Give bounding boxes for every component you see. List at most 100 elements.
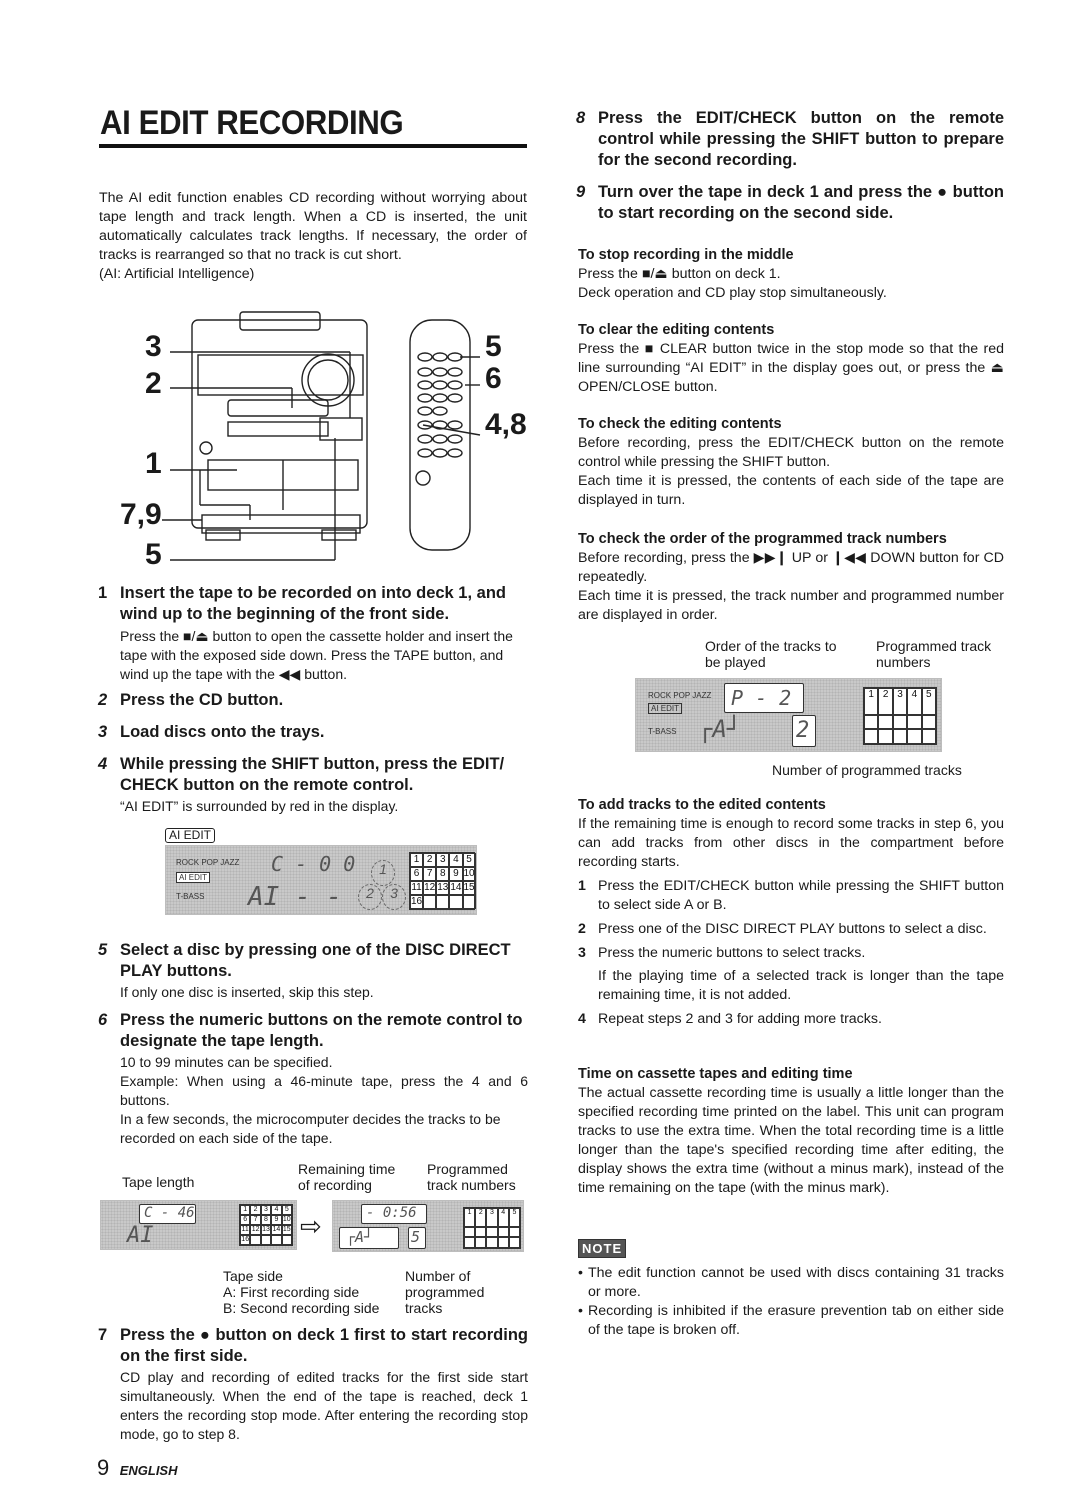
- track-cell: [271, 1235, 282, 1245]
- track-cell: [921, 729, 936, 744]
- track-cell: [486, 1237, 498, 1248]
- track-cell: 14: [449, 881, 463, 895]
- track-cell: 2: [423, 853, 437, 867]
- track-cell: 6: [410, 867, 424, 881]
- display-step4: AI EDIT ROCK POP JAZZ AI EDIT T-BASS C -…: [165, 828, 477, 918]
- label-number-programmed: Number of programmed tracks: [772, 762, 962, 778]
- step-body: If only one disc is inserted, skip this …: [120, 984, 374, 1000]
- track-cell: 2: [250, 1205, 261, 1215]
- bullet-icon: •: [578, 1265, 583, 1281]
- callout-6-remote: 6: [485, 362, 502, 395]
- track-cell: 7: [423, 867, 437, 881]
- track-cell: 4: [449, 853, 463, 867]
- step-body-3: In a few seconds, the microcomputer deci…: [120, 1111, 501, 1146]
- section-line: Each time it is pressed, the track numbe…: [578, 588, 1004, 623]
- callout-5-remote: 5: [485, 330, 502, 363]
- track-cell: [475, 1237, 487, 1248]
- add-step-2: 2 Press one of the DISC DIRECT PLAY butto…: [578, 920, 1004, 939]
- step-heading: Press the numeric buttons on the remote …: [120, 1011, 523, 1050]
- add-step-text: Press the EDIT/CHECK button while pressi…: [598, 878, 1004, 913]
- track-cell: [878, 729, 893, 744]
- callout-2: 2: [145, 367, 162, 400]
- section-add-tracks: To add tracks to the edited contents If …: [578, 796, 1004, 1029]
- lcd-before: C - 46 AI 1 2 3 4 5 6 7 8 9 10 11 12 13 14 15 16: [100, 1200, 297, 1250]
- label-number-programmed: Number of programmed tracks: [405, 1268, 485, 1316]
- label-tape-length: Tape length: [122, 1174, 195, 1190]
- step-body: 10 to 99 minutes can be specified.: [120, 1054, 333, 1070]
- lcd-panel: ROCK POP JAZZ AI EDIT T-BASS C - 0 0 AI …: [165, 845, 477, 915]
- add-step-1: 1 Press the EDIT/CHECK button while press…: [578, 877, 1004, 915]
- section-stop-recording: To stop recording in the middle Press th…: [578, 246, 1004, 303]
- step-number: 6: [98, 1011, 108, 1029]
- track-cell: [508, 1226, 520, 1238]
- intro-paragraph: The AI edit function enables CD recordin…: [99, 189, 527, 284]
- track-cell: [907, 714, 922, 730]
- track-grid: 1 2 3 4 5 6 7 8 9 10 11 12 13 14 15 16: [409, 852, 476, 910]
- track-cell: 5: [921, 688, 936, 715]
- step-body: CD play and recording of edited tracks f…: [120, 1369, 528, 1442]
- page-footer: 9 ENGLISH: [97, 1455, 178, 1481]
- ai-edit-small: AI EDIT: [648, 703, 683, 714]
- callout-5-unit: 5: [145, 538, 162, 571]
- label-remaining-time: Remaining time of recording: [298, 1161, 396, 1193]
- ai-edit-small: AI EDIT: [176, 872, 211, 883]
- step-heading: Press the ● button on deck 1 first to st…: [120, 1326, 528, 1365]
- step-body: Press the ■/⏏ button to open the cassett…: [120, 628, 513, 682]
- track-cell: 11: [240, 1225, 251, 1235]
- label-order-tracks: Order of the tracks to be played: [705, 638, 837, 670]
- label-programmed-track: Programmed track numbers: [876, 638, 992, 670]
- note-item: • The edit function cannot be used with d…: [578, 1264, 1004, 1302]
- track-cell: 4: [497, 1208, 509, 1227]
- track-cell: [892, 714, 908, 730]
- note-text: Recording is inhibited if the erasure pr…: [588, 1303, 1004, 1338]
- step-number: 2: [98, 691, 108, 709]
- add-step-extra: If the playing time of a selected track …: [598, 968, 1004, 1003]
- add-step-text: Press the numeric buttons to select trac…: [598, 945, 866, 961]
- track-cell: 1: [864, 688, 879, 715]
- track-cell: 4: [907, 688, 922, 715]
- track-cell: [864, 714, 879, 730]
- track-cell: 13: [260, 1225, 272, 1235]
- label-side-a: A: First recording side: [223, 1284, 360, 1300]
- section-line: Before recording, press the ▶▶❙ UP or ❙◀…: [578, 550, 1004, 585]
- track-cell: [475, 1226, 487, 1238]
- track-cell: 4: [271, 1205, 282, 1215]
- section-line: Each time it is pressed, the contents of…: [578, 473, 1004, 508]
- lcd-order: ROCK POP JAZZ AI EDIT T-BASS P - 2 ┌A┘ 2…: [635, 678, 942, 752]
- section-check-order: To check the order of the programmed tra…: [578, 530, 1004, 625]
- track-cell: [436, 895, 450, 909]
- track-cell: 1: [240, 1205, 251, 1215]
- track-cell: 2: [475, 1208, 487, 1227]
- add-step-number: 2: [578, 921, 586, 937]
- step-heading: Insert the tape to be recorded on into d…: [120, 584, 506, 623]
- track-cell: 3: [260, 1205, 272, 1215]
- step-9: 9 Turn over the tape in deck 1 and press …: [576, 182, 1004, 224]
- arrow-right-icon: ⇨: [300, 1211, 322, 1241]
- callout-4-8-remote: 4,8: [485, 408, 527, 441]
- track-cell: 1: [464, 1208, 476, 1227]
- lcd-ai: AI: [127, 1223, 154, 1248]
- label-side-b: B: Second recording side: [223, 1300, 380, 1316]
- step-heading: Turn over the tape in deck 1 and press t…: [598, 183, 1004, 222]
- mode-labels: ROCK POP JAZZ: [176, 858, 240, 867]
- step-1: 1 Insert the tape to be recorded on into …: [98, 583, 528, 684]
- step-number: 5: [98, 941, 108, 959]
- step-number: 4: [98, 755, 108, 773]
- note-block: NOTE • The edit function cannot be used w…: [578, 1239, 1004, 1340]
- track-cell: [497, 1226, 509, 1238]
- language-label: ENGLISH: [119, 1463, 178, 1478]
- track-cell: 5: [508, 1208, 520, 1227]
- lcd-remaining-time: - 0:56: [366, 1205, 417, 1221]
- track-cell: 5: [462, 853, 476, 867]
- tbass-label: T-BASS: [176, 892, 205, 901]
- lcd-order-digits: P - 2: [731, 686, 792, 710]
- section-heading: To stop recording in the middle: [578, 247, 794, 263]
- track-cell: 16: [240, 1235, 251, 1245]
- step-number: 9: [576, 183, 586, 201]
- section-line: Press the ■/⏏ button on deck 1.: [578, 266, 781, 282]
- track-cell: [423, 895, 437, 909]
- track-cell: 12: [423, 881, 437, 895]
- track-cell: [892, 729, 908, 744]
- bullet-icon: •: [578, 1303, 583, 1319]
- intro-note: (AI: Artificial Intelligence): [99, 266, 255, 282]
